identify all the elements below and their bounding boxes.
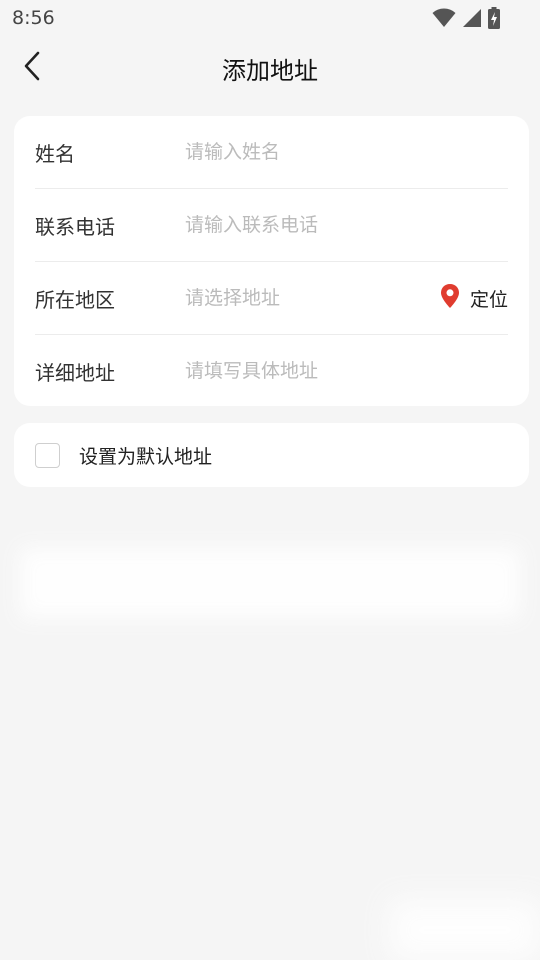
blurred-overlay bbox=[20, 548, 520, 618]
phone-input[interactable] bbox=[185, 214, 508, 236]
name-row: 姓名 bbox=[35, 116, 508, 188]
status-icons bbox=[432, 7, 500, 29]
header: 添加地址 bbox=[0, 36, 540, 102]
detail-label: 详细地址 bbox=[35, 360, 115, 385]
region-label: 所在地区 bbox=[35, 287, 115, 312]
default-address-label: 设置为默认地址 bbox=[79, 445, 213, 468]
region-select[interactable] bbox=[185, 287, 440, 309]
phone-label: 联系电话 bbox=[35, 214, 115, 239]
cellular-signal-icon bbox=[462, 8, 482, 28]
wifi-icon bbox=[432, 8, 456, 28]
status-bar: 8:56 bbox=[0, 0, 540, 36]
name-label: 姓名 bbox=[35, 141, 75, 166]
status-time: 8:56 bbox=[12, 7, 55, 29]
locate-label: 定位 bbox=[469, 288, 508, 311]
name-input[interactable] bbox=[185, 141, 508, 163]
default-address-checkbox[interactable] bbox=[35, 442, 60, 468]
blurred-corner bbox=[390, 900, 540, 960]
phone-row: 联系电话 bbox=[35, 188, 508, 261]
default-address-row[interactable]: 设置为默认地址 bbox=[14, 423, 529, 487]
region-row: 所在地区 定位 bbox=[35, 261, 508, 334]
address-form: 姓名 联系电话 所在地区 定位 详细地址 bbox=[14, 116, 529, 406]
detail-row: 详细地址 bbox=[35, 334, 508, 407]
location-pin-icon bbox=[440, 283, 460, 314]
locate-button[interactable]: 定位 bbox=[440, 283, 508, 314]
page-title: 添加地址 bbox=[222, 57, 318, 85]
battery-charging-icon bbox=[488, 7, 500, 29]
detail-input[interactable] bbox=[185, 360, 508, 382]
